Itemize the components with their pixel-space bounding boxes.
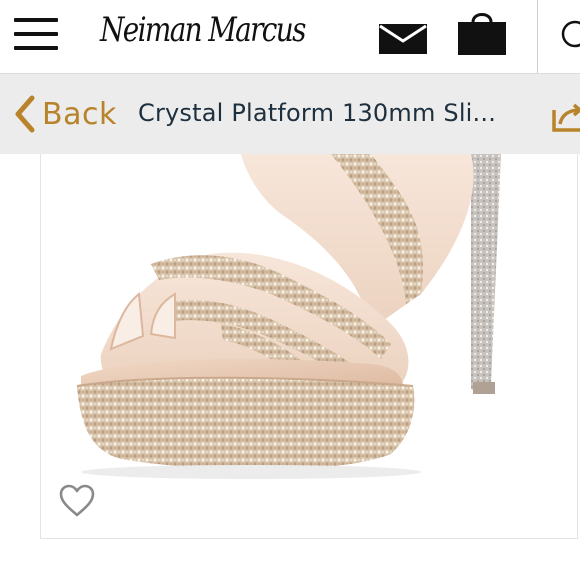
envelope-icon[interactable] bbox=[379, 24, 427, 54]
chevron-left-icon bbox=[15, 95, 35, 133]
top-header: Neiman Marcus bbox=[0, 0, 580, 74]
heart-icon[interactable] bbox=[59, 484, 95, 518]
shopping-bag-icon[interactable] bbox=[456, 8, 508, 56]
search-icon[interactable] bbox=[558, 18, 580, 54]
page: Neiman Marcus Back Crystal Platform 130m… bbox=[0, 0, 580, 580]
menu-bar bbox=[14, 46, 58, 50]
share-icon[interactable] bbox=[552, 102, 580, 132]
product-image[interactable] bbox=[41, 154, 577, 538]
product-image-frame bbox=[40, 154, 578, 539]
product-subnav: Back Crystal Platform 130mm Sli... bbox=[0, 74, 580, 154]
product-title: Crystal Platform 130mm Sli... bbox=[138, 99, 497, 127]
header-divider bbox=[537, 0, 538, 73]
hamburger-menu-icon[interactable] bbox=[14, 16, 58, 52]
menu-bar bbox=[14, 32, 58, 36]
brand-logo[interactable]: Neiman Marcus bbox=[100, 10, 306, 50]
back-label: Back bbox=[42, 96, 117, 132]
menu-bar bbox=[14, 18, 58, 22]
back-button[interactable]: Back bbox=[12, 94, 117, 134]
